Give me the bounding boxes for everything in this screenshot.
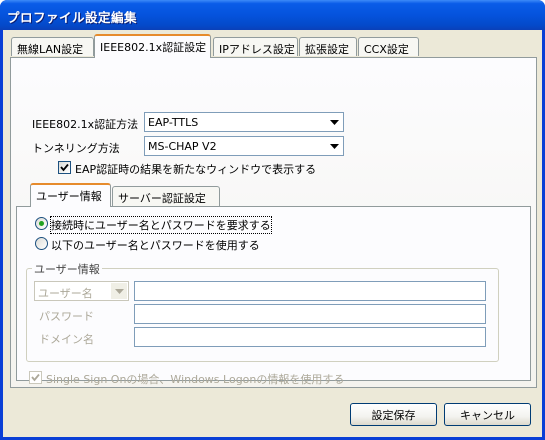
dialog-body: 無線LAN設定 IEEE802.1x認証設定 IPアドレス設定 拡張設定 CCX… (3, 30, 542, 437)
ieee8021x-panel: IEEE802.1x認証方法 EAP-TTLS トンネリング方法 MS-CHAP… (10, 57, 537, 388)
credential-type-value: ユーザー名 (38, 287, 93, 300)
user-info-group-title: ユーザー情報 (32, 261, 102, 277)
user-info-panel: 接続時にユーザー名とパスワードを要求する 以下のユーザー名とパスワードを使用する… (16, 206, 531, 386)
auth-method-value: EAP-TTLS (148, 116, 199, 129)
use-credentials-radio[interactable] (35, 237, 48, 250)
title-bar[interactable]: プロファイル設定編集 (0, 0, 545, 30)
prompt-credentials-label: 接続時にユーザー名とパスワードを要求する (50, 216, 272, 234)
tab-ccx[interactable]: CCX設定 (358, 37, 419, 56)
tab-label: 無線LAN設定 (17, 43, 84, 56)
main-tab-strip: 無線LAN設定 IEEE802.1x認証設定 IPアドレス設定 拡張設定 CCX… (3, 30, 542, 60)
username-input[interactable] (134, 281, 486, 301)
auth-method-select[interactable]: EAP-TTLS (144, 112, 344, 132)
tab-wireless-lan[interactable]: 無線LAN設定 (11, 37, 94, 56)
show-result-window-label: EAP認証時の結果を新たなウィンドウで表示する (75, 163, 317, 176)
window-title: プロファイル設定編集 (7, 10, 138, 25)
prompt-credentials-radio[interactable] (35, 217, 48, 230)
subtab-server-auth[interactable]: サーバー認証設定 (112, 186, 220, 207)
chevron-down-icon[interactable] (326, 114, 342, 130)
chevron-down-icon[interactable] (326, 138, 342, 154)
subtab-user-info[interactable]: ユーザー情報 (30, 183, 111, 207)
save-settings-button[interactable]: 設定保存 (350, 403, 437, 426)
use-credentials-label: 以下のユーザー名とパスワードを使用する (51, 239, 260, 252)
sso-label: Single Sign Onの場合、Windows Logonの情報を使用する (46, 373, 345, 386)
tab-ip-address[interactable]: IPアドレス設定 (213, 37, 298, 56)
auth-method-label: IEEE802.1x認証方法 (32, 118, 139, 131)
tab-label: ユーザー情報 (36, 190, 102, 203)
sso-checkbox[interactable] (29, 371, 42, 384)
tunnel-method-label: トンネリング方法 (32, 142, 120, 155)
tunnel-method-value: MS-CHAP V2 (148, 140, 217, 153)
checkmark-icon (60, 163, 69, 172)
tab-ieee8021x[interactable]: IEEE802.1x認証設定 (94, 34, 211, 58)
domain-input[interactable] (134, 327, 486, 347)
checkmark-icon (31, 373, 40, 382)
password-label: パスワード (39, 310, 94, 323)
radio-selected-dot (39, 221, 44, 226)
domain-label: ドメイン名 (39, 333, 94, 346)
cancel-button[interactable]: キャンセル (444, 403, 531, 426)
tab-label: IPアドレス設定 (219, 43, 295, 56)
chevron-down-icon[interactable] (111, 283, 127, 299)
tab-label: サーバー認証設定 (118, 192, 206, 205)
tab-label: IEEE802.1x認証設定 (100, 41, 207, 54)
tab-label: 拡張設定 (305, 43, 349, 56)
profile-settings-window: プロファイル設定編集 無線LAN設定 IEEE802.1x認証設定 IPアドレス… (0, 0, 545, 440)
show-result-window-checkbox[interactable] (58, 161, 71, 174)
credential-type-select[interactable]: ユーザー名 (34, 281, 129, 301)
password-input[interactable] (134, 304, 486, 324)
user-info-group: ユーザー情報 ユーザー名 パスワード ドメイン名 (26, 261, 499, 362)
tunnel-method-select[interactable]: MS-CHAP V2 (144, 136, 344, 156)
tab-label: CCX設定 (364, 43, 409, 56)
tab-advanced[interactable]: 拡張設定 (299, 37, 357, 56)
